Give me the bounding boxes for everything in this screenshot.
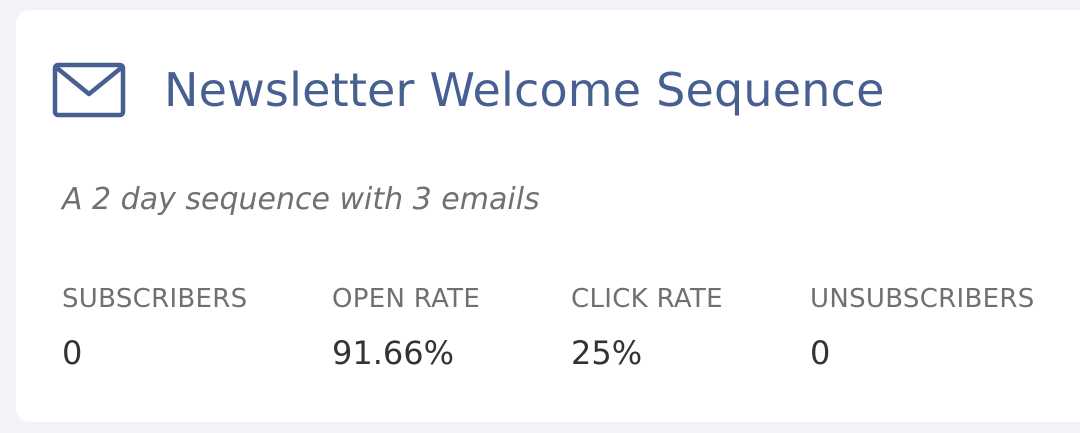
stat-label: SUBSCRIBERS [62,284,248,314]
sequence-card[interactable]: Newsletter Welcome Sequence A 2 day sequ… [16,10,1080,422]
stat-value: 0 [62,334,83,372]
sequence-description: A 2 day sequence with 3 emails [62,182,540,217]
card-header: Newsletter Welcome Sequence [52,62,885,118]
stats-row: SUBSCRIBERS 0 OPEN RATE 91.66% CLICK RAT… [62,284,1080,384]
stat-value: 0 [810,334,831,372]
sequence-title[interactable]: Newsletter Welcome Sequence [164,63,885,117]
stat-label: CLICK RATE [571,284,723,314]
stat-click-rate: CLICK RATE 25% [571,284,723,372]
stat-unsubscribers: UNSUBSCRIBERS 0 [810,284,1035,372]
stat-open-rate: OPEN RATE 91.66% [332,284,480,372]
stat-subscribers: SUBSCRIBERS 0 [62,284,247,372]
stat-value: 91.66% [332,334,455,372]
envelope-icon [52,62,126,118]
stat-label: OPEN RATE [332,284,481,314]
stat-label: UNSUBSCRIBERS [810,284,1035,314]
stat-value: 25% [571,334,643,372]
